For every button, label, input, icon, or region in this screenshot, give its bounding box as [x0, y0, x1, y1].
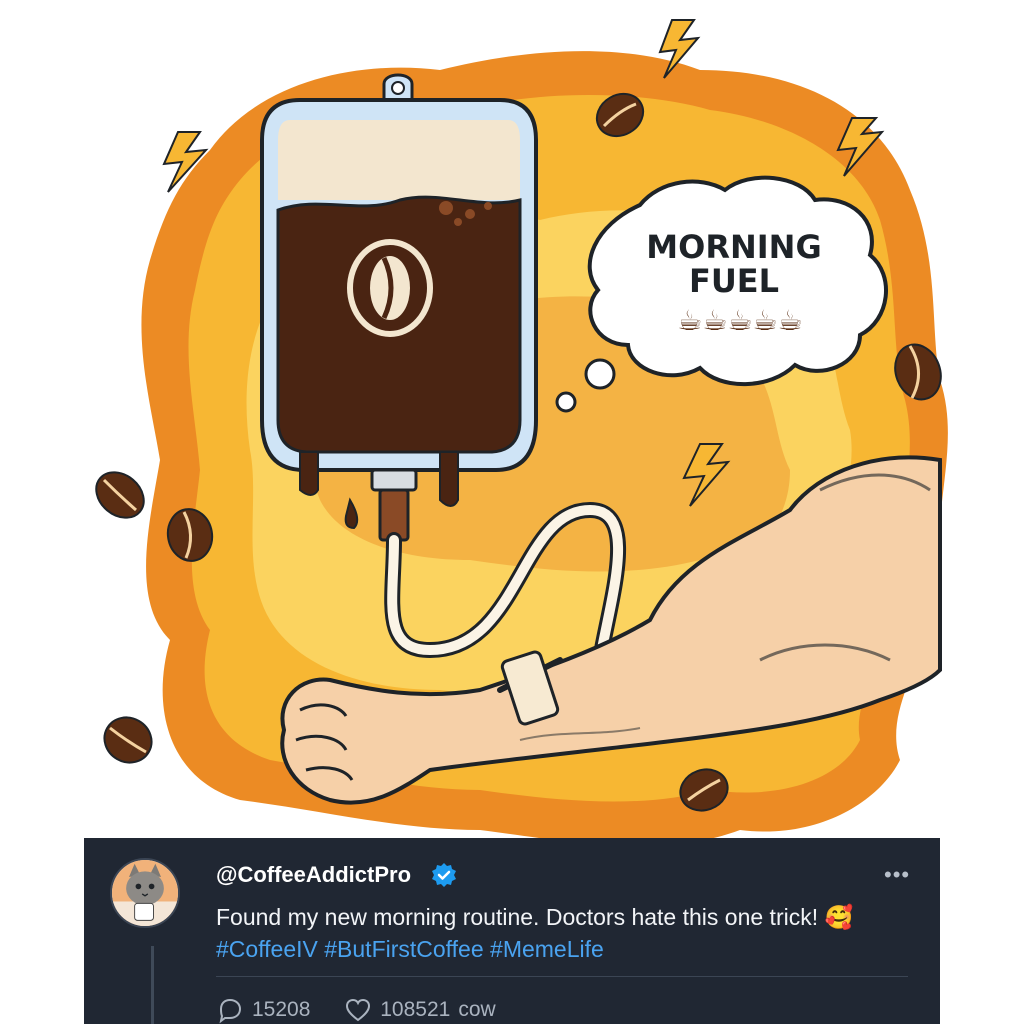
like-suffix: cow — [458, 998, 496, 1021]
more-options-icon[interactable]: ••• — [884, 862, 910, 888]
thread-line — [151, 946, 154, 1024]
like-button[interactable]: 108521 cow — [344, 996, 496, 1024]
bubble-title-line1: MORNING — [646, 228, 821, 266]
heart-icon — [346, 998, 371, 1022]
post-hashtags[interactable]: #CoffeeIV #ButFirstCoffee #MemeLife — [216, 934, 604, 965]
like-count: 108521 — [380, 998, 451, 1021]
coffee-bean-icon — [103, 716, 153, 764]
emoji-icon: 🥰 — [824, 904, 854, 930]
reply-button[interactable]: 15208 — [216, 996, 310, 1024]
user-handle[interactable]: @CoffeeAddictPro — [216, 862, 411, 888]
bubble-coffee-cups: ☕☕☕☕☕ — [677, 304, 803, 337]
verified-badge-icon — [432, 863, 456, 887]
coffee-liquid — [276, 195, 522, 454]
bubble-title-line2: FUEL — [689, 262, 779, 300]
post-body: Found my new morning routine. Doctors ha… — [216, 904, 819, 930]
reply-count: 15208 — [252, 998, 311, 1021]
social-post-card: @CoffeeAddictPro ••• Found my new mornin… — [84, 838, 940, 1024]
comment-icon — [219, 998, 242, 1024]
cat-avatar-icon — [112, 860, 178, 926]
avatar[interactable] — [110, 858, 180, 928]
iv-bag — [260, 73, 538, 542]
post-text: Found my new morning routine. Doctors ha… — [216, 902, 916, 933]
divider — [216, 976, 908, 977]
post-metrics: 15208 108521 cow — [216, 996, 524, 1030]
coffee-bean-icon — [95, 471, 145, 519]
